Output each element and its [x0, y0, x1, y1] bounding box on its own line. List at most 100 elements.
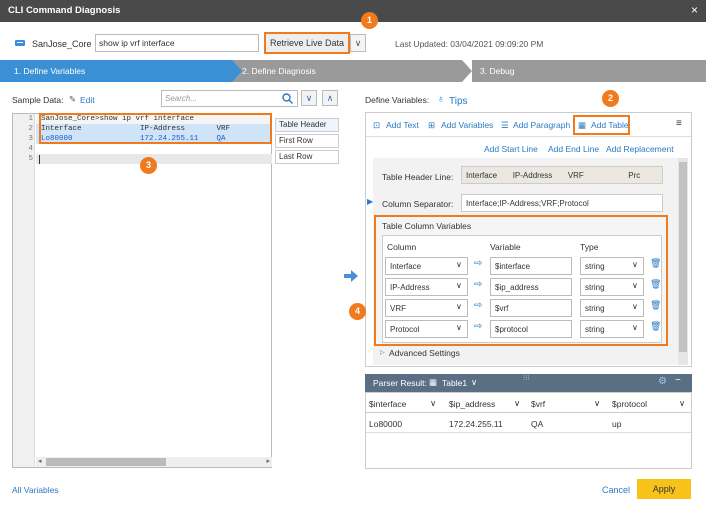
chevron-down-icon[interactable]: ∨ [456, 260, 462, 269]
first-row-button[interactable]: First Row [275, 134, 339, 148]
chevron-down-icon[interactable]: ∨ [514, 398, 520, 409]
menu-icon[interactable]: ≡ [676, 118, 682, 129]
chevron-down-icon[interactable]: ∨ [679, 398, 685, 409]
variable-field[interactable]: $ip_address [490, 278, 572, 296]
selection-highlight-box [39, 113, 272, 144]
vertical-scrollbar[interactable] [678, 158, 688, 365]
line-number: 5 [28, 155, 33, 163]
command-input[interactable]: show ip vrf interface [95, 34, 259, 52]
edit-icon[interactable]: ✎ [69, 94, 76, 105]
chevron-down-icon[interactable]: ∨ [456, 323, 462, 332]
header-line-label: Table Header Line: [382, 172, 454, 182]
add-variables-button[interactable]: Add Variables [441, 120, 493, 130]
search-icon[interactable] [282, 93, 293, 104]
tcv-header-column: Column [387, 242, 417, 252]
table-icon[interactable]: ▦ [578, 120, 586, 131]
horizontal-scrollbar[interactable]: ◂ ▸ [36, 457, 272, 467]
add-text-button[interactable]: Add Text [386, 120, 419, 130]
apply-button[interactable]: Apply [637, 479, 691, 499]
scroll-left-icon[interactable]: ◂ [38, 457, 42, 465]
toolbar-divider [366, 136, 691, 137]
trash-icon[interactable]: 🗑 [650, 321, 661, 332]
expand-marker-icon: ▶ [367, 197, 374, 206]
callout-2: 2 [602, 90, 619, 107]
step-debug[interactable]: 3. Debug [462, 60, 706, 82]
chevron-down-icon[interactable]: ∨ [471, 377, 477, 388]
chevron-up-icon: ∧ [326, 93, 334, 103]
lightbulb-icon[interactable]: ♁ [437, 94, 445, 105]
minimize-icon[interactable]: − [675, 375, 681, 386]
window-title: CLI Command Diagnosis [8, 5, 121, 16]
variable-field[interactable]: $vrf [490, 299, 572, 317]
trash-icon[interactable]: 🗑 [650, 300, 661, 311]
add-table-button[interactable]: Add Table [591, 120, 629, 130]
chevron-down-icon[interactable]: ∨ [632, 323, 638, 332]
arrow-right-icon: ⇨ [474, 258, 483, 269]
grid-cell: QA [531, 419, 544, 429]
scrollbar-thumb[interactable] [46, 458, 166, 466]
parser-grid-header: $interface ∨ $ip_address ∨ $vrf ∨ $proto… [365, 393, 692, 413]
add-start-line-link[interactable]: Add Start Line [484, 144, 538, 154]
device-name: SanJose_Core [32, 39, 92, 49]
line-number: 2 [28, 125, 33, 133]
search-prev-button[interactable]: ∧ [322, 90, 338, 106]
grid-header-cell: $vrf [531, 399, 546, 409]
close-icon[interactable]: × [691, 3, 698, 17]
scroll-right-icon[interactable]: ▸ [266, 457, 270, 465]
chevron-down-icon[interactable]: ∨ [594, 398, 600, 409]
title-bar: CLI Command Diagnosis × [0, 0, 706, 22]
trash-icon[interactable]: 🗑 [650, 279, 661, 290]
gear-icon[interactable]: ⚙ [658, 376, 667, 387]
scrollbar-thumb[interactable] [679, 162, 687, 352]
text-cursor [39, 155, 40, 164]
grid-cell: up [612, 419, 622, 429]
separator-field[interactable]: Interface;IP-Address;VRF;Protocol [461, 194, 663, 212]
grid-header-cell: $interface [369, 399, 407, 409]
add-text-icon[interactable]: ⊡ [373, 120, 380, 131]
chevron-down-icon[interactable]: ∨ [632, 281, 638, 290]
chevron-down-icon[interactable]: ∨ [632, 260, 638, 269]
tcv-title: Table Column Variables [382, 221, 472, 231]
line-number: 1 [28, 115, 33, 123]
edit-link[interactable]: Edit [80, 95, 95, 105]
expand-triangle-icon[interactable]: ▷ [380, 349, 385, 356]
step-arrow [232, 60, 242, 82]
arrow-right-icon: ⇨ [474, 321, 483, 332]
header-line-field[interactable]: Interface IP-Address VRF Prc [461, 166, 663, 184]
search-next-button[interactable]: ∨ [301, 90, 317, 106]
add-paragraph-button[interactable]: Add Paragraph [513, 120, 570, 130]
last-row-button[interactable]: Last Row [275, 150, 339, 164]
table-select[interactable]: Table1 [442, 378, 467, 388]
all-variables-link[interactable]: All Variables [12, 485, 59, 495]
grid-cell: Lo80000 [369, 419, 403, 429]
add-variables-icon[interactable]: ⊞ [428, 120, 435, 131]
wizard-steps: 3. Debug 2. Define Diagnosis 1. Define V… [0, 60, 706, 82]
tips-link[interactable]: Tips [449, 96, 468, 107]
grid-header-cell: $ip_address [449, 399, 496, 409]
resize-handle-icon[interactable]: ⁝⁝⁝ [523, 374, 530, 382]
add-paragraph-icon[interactable]: ☰ [501, 120, 509, 131]
grid-header-cell: $protocol [612, 399, 647, 409]
chevron-down-icon[interactable]: ∨ [632, 302, 638, 311]
add-replacement-link[interactable]: Add Replacement [606, 144, 674, 154]
table-row: Lo80000 172.24.255.11 QA up [365, 413, 692, 433]
variable-field[interactable]: $protocol [490, 320, 572, 338]
search-input[interactable]: Search... [161, 90, 298, 107]
tcv-header-variable: Variable [490, 242, 521, 252]
cancel-button[interactable]: Cancel [602, 485, 630, 495]
arrow-right-icon: ⇨ [474, 300, 483, 311]
arrow-right-icon[interactable] [344, 270, 358, 282]
trash-icon[interactable]: 🗑 [650, 258, 661, 269]
step-define-diagnosis[interactable]: 2. Define Diagnosis [232, 60, 462, 82]
variable-field[interactable]: $interface [490, 257, 572, 275]
step-define-variables[interactable]: 1. Define Variables [0, 60, 232, 82]
retrieve-dropdown-button[interactable]: ∨ [350, 34, 366, 52]
chevron-down-icon[interactable]: ∨ [456, 302, 462, 311]
chevron-down-icon[interactable]: ∨ [456, 281, 462, 290]
advanced-settings-toggle[interactable]: Advanced Settings [389, 348, 460, 358]
retrieve-live-data-button[interactable]: Retrieve Live Data [264, 32, 350, 54]
chevron-down-icon[interactable]: ∨ [430, 398, 436, 409]
add-end-line-link[interactable]: Add End Line [548, 144, 599, 154]
table-header-button[interactable]: Table Header [275, 118, 339, 132]
step-arrow [462, 60, 472, 82]
